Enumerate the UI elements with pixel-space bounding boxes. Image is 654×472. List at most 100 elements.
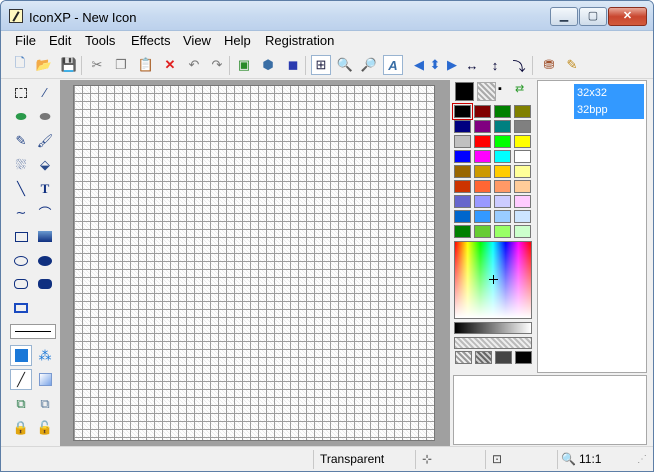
tool-brush[interactable]: 🖌 [34, 130, 56, 151]
palette-swatch[interactable] [454, 180, 471, 193]
flip-horizontal-button[interactable]: ↔ [462, 55, 482, 75]
tool-line[interactable]: ╲ [10, 178, 32, 199]
palette-swatch[interactable] [454, 135, 471, 148]
pattern-swatch[interactable] [475, 351, 492, 364]
tool-filled-rounded-rect[interactable] [34, 273, 56, 294]
menu-tools[interactable]: Tools [85, 33, 115, 48]
palette-swatch[interactable] [474, 135, 491, 148]
tool-move-layer[interactable]: ⧉ [34, 393, 56, 414]
tool-solid-mode[interactable] [10, 345, 32, 366]
icon-canvas[interactable] [73, 85, 435, 441]
new-button[interactable]: 🗋 [10, 55, 30, 75]
palette-swatch[interactable] [494, 105, 511, 118]
reset-colors-icon[interactable]: ⇄ [515, 82, 533, 100]
pattern-swatch[interactable] [515, 351, 532, 364]
redo-button[interactable]: ↷ [207, 55, 227, 75]
tool-fill-eraser[interactable]: ⬬ [34, 106, 56, 127]
palette-swatch[interactable] [494, 135, 511, 148]
grayscale-bar[interactable] [454, 322, 532, 334]
palette-swatch[interactable] [514, 165, 531, 178]
cut-button[interactable]: ✂ [87, 55, 107, 75]
palette-swatch[interactable] [474, 225, 491, 238]
tool-filled-rectangle[interactable] [34, 226, 56, 247]
palette-swatch[interactable] [494, 180, 511, 193]
palette-swatch[interactable] [452, 103, 473, 120]
title-bar[interactable]: IconXP - New Icon ▁ ▢ ✕ [1, 1, 653, 31]
tool-rectangle[interactable] [10, 226, 32, 247]
tool-pencil[interactable]: ✎ [10, 130, 32, 151]
move-right-button[interactable]: ▶ [442, 55, 462, 75]
menu-help[interactable]: Help [224, 33, 251, 48]
palette-swatch[interactable] [494, 210, 511, 223]
palette-swatch[interactable] [454, 150, 471, 163]
menu-edit[interactable]: Edit [49, 33, 71, 48]
tool-arc[interactable]: ⌒ [34, 202, 56, 223]
preview-button[interactable]: ⛃ [539, 55, 559, 75]
3d-box-button[interactable]: ⬢ [258, 55, 278, 75]
tool-curve[interactable]: ∼ [10, 202, 32, 223]
menu-file[interactable]: File [15, 33, 36, 48]
maximize-button[interactable]: ▢ [579, 7, 607, 26]
menu-effects[interactable]: Effects [131, 33, 171, 48]
palette-swatch[interactable] [514, 210, 531, 223]
palette-swatch[interactable] [494, 120, 511, 133]
paste-button[interactable]: 📋 [136, 55, 156, 75]
palette-swatch[interactable] [474, 165, 491, 178]
tool-rounded-rect[interactable] [10, 273, 32, 294]
tool-eraser[interactable]: ⬬ [10, 106, 32, 127]
format-item-size[interactable]: 32x32 [574, 84, 644, 102]
menu-view[interactable]: View [183, 33, 211, 48]
open-button[interactable]: 📂 [34, 55, 54, 75]
tool-lock[interactable]: 🔒 [10, 417, 32, 438]
grid-button[interactable]: ⊞ [311, 55, 331, 75]
register-button[interactable]: ✎ [562, 55, 582, 75]
line-width-selector[interactable] [10, 324, 56, 339]
palette-swatch[interactable] [474, 150, 491, 163]
pattern-swatch[interactable] [455, 351, 472, 364]
copy-button[interactable]: ❐ [111, 55, 131, 75]
palette-swatch[interactable] [454, 225, 471, 238]
swap-colors-icon[interactable]: ▪ [498, 83, 512, 97]
save-button[interactable]: 💾 [59, 55, 79, 75]
background-color-transparent[interactable] [477, 82, 496, 101]
undo-button[interactable]: ↶ [184, 55, 204, 75]
close-button[interactable]: ✕ [608, 7, 647, 26]
palette-swatch[interactable] [494, 165, 511, 178]
tool-spray[interactable]: ⛆ [10, 154, 32, 175]
zoom-in-button[interactable]: 🔍 [335, 55, 355, 75]
palette-swatch[interactable] [494, 195, 511, 208]
tool-filled-ellipse[interactable] [34, 250, 56, 271]
menu-registration[interactable]: Registration [265, 33, 334, 48]
palette-swatch[interactable] [474, 105, 491, 118]
tool-line-style[interactable]: ╱ [10, 369, 32, 390]
palette-swatch[interactable] [474, 210, 491, 223]
tool-rect-outline[interactable] [10, 297, 32, 318]
palette-swatch[interactable] [514, 105, 531, 118]
tool-fill-bucket[interactable]: ⬙ [34, 154, 56, 175]
tool-unlock[interactable]: 🔓 [34, 417, 56, 438]
palette-swatch[interactable] [454, 195, 471, 208]
tool-pattern-mode[interactable]: ⁂ [34, 345, 56, 366]
palette-swatch[interactable] [454, 165, 471, 178]
zoom-out-button[interactable]: 🔎 [359, 55, 379, 75]
palette-swatch[interactable] [474, 120, 491, 133]
palette-swatch[interactable] [474, 180, 491, 193]
flip-vertical-button[interactable]: ↕ [485, 55, 505, 75]
pattern-swatch[interactable] [495, 351, 512, 364]
frame-button[interactable]: ◼ [283, 55, 303, 75]
palette-swatch[interactable] [514, 225, 531, 238]
palette-swatch[interactable] [494, 150, 511, 163]
minimize-button[interactable]: ▁ [550, 7, 578, 26]
palette-swatch[interactable] [514, 195, 531, 208]
foreground-color[interactable] [455, 82, 474, 101]
palette-swatch[interactable] [514, 135, 531, 148]
palette-swatch[interactable] [454, 120, 471, 133]
format-item-depth[interactable]: 32bpp [574, 101, 644, 119]
resize-grip-icon[interactable]: ⋰ [637, 451, 647, 468]
palette-swatch[interactable] [454, 210, 471, 223]
antialias-button[interactable]: A [383, 55, 403, 75]
palette-swatch[interactable] [514, 120, 531, 133]
tool-dropper[interactable]: ⁄ [34, 82, 56, 103]
palette-swatch[interactable] [474, 195, 491, 208]
tool-copy-layer[interactable]: ⧉ [10, 393, 32, 414]
